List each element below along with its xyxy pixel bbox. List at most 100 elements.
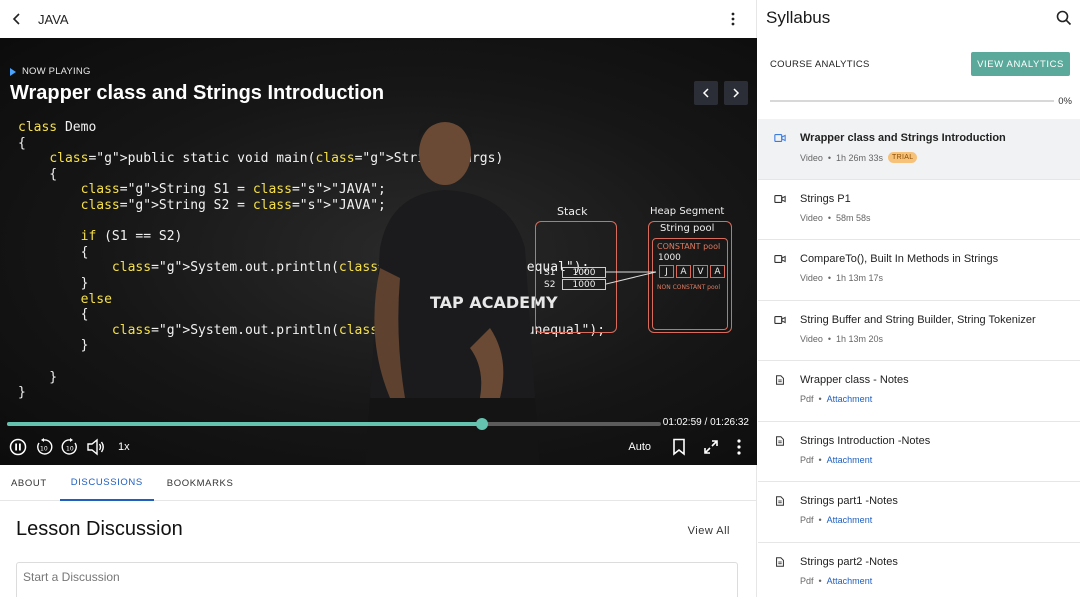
- syllabus-item[interactable]: Strings part2 -Notes Pdf • Attachment: [758, 543, 1080, 597]
- tab-bookmarks[interactable]: BOOKMARKS: [156, 465, 245, 501]
- constant-pool-label: CONSTANT pool: [657, 242, 721, 251]
- now-playing-label: NOW PLAYING: [22, 66, 91, 77]
- document-icon: [776, 556, 784, 567]
- syllabus-item-title: Strings part1 -Notes: [800, 495, 898, 507]
- syllabus-item[interactable]: CompareTo(), Built In Methods in Strings…: [758, 240, 1080, 301]
- char-cell: A: [676, 265, 691, 278]
- meta-separator: •: [818, 515, 822, 525]
- meta-separator: •: [818, 394, 822, 404]
- next-lesson-button[interactable]: [724, 81, 748, 105]
- player-more-button[interactable]: [729, 437, 749, 457]
- syllabus-item-meta: Pdf • Attachment: [800, 455, 872, 465]
- video-icon: [774, 315, 786, 324]
- syllabus-item[interactable]: Strings P1 Video • 58m 58s: [758, 180, 1080, 240]
- view-analytics-button[interactable]: VIEW ANALYTICS: [971, 52, 1070, 76]
- meta-separator: •: [827, 152, 832, 163]
- course-analytics: COURSE ANALYTICS VIEW ANALYTICS: [770, 52, 1070, 76]
- rewind-10-icon: 10: [37, 438, 53, 455]
- previous-lesson-button[interactable]: [694, 81, 718, 105]
- more-options-button[interactable]: [724, 10, 742, 28]
- course-progress-bar: [770, 100, 1054, 102]
- fullscreen-icon: [704, 440, 718, 454]
- video-player[interactable]: class Demo{ class="g">public static void…: [0, 38, 757, 465]
- video-title: Wrapper class and Strings Introduction: [10, 82, 385, 104]
- syllabus-item[interactable]: Strings part1 -Notes Pdf • Attachment: [758, 482, 1080, 543]
- syllabus-item-title: String Buffer and String Builder, String…: [800, 313, 1036, 326]
- back-button[interactable]: [10, 12, 24, 26]
- video-icon: [774, 194, 786, 203]
- current-time: 01:02:59: [662, 417, 702, 428]
- syllabus-item[interactable]: Wrapper class and Strings Introduction Vi…: [758, 119, 1080, 180]
- syllabus-item-meta: Video • 58m 58s: [800, 213, 871, 223]
- meta-separator: •: [818, 575, 822, 586]
- syllabus-item-type: Pdf: [800, 394, 814, 404]
- syllabus-item-duration: 58m 58s: [836, 212, 871, 223]
- syllabus-item-meta: Video • 1h 26m 33s TRIAL: [800, 152, 918, 163]
- syllabus-item-duration: 1h 26m 33s: [836, 152, 884, 163]
- course-title: JAVA: [38, 11, 69, 27]
- view-all-link[interactable]: View All: [688, 525, 730, 537]
- play-indicator-icon: [10, 67, 16, 76]
- video-icon: [774, 134, 786, 142]
- tab-about[interactable]: ABOUT: [0, 465, 58, 501]
- document-icon: [776, 435, 784, 446]
- syllabus-title: Syllabus: [766, 8, 831, 27]
- syllabus-item-meta: Video • 1h 13m 17s: [800, 273, 883, 283]
- syllabus-list: Wrapper class and Strings Introduction Vi…: [758, 119, 1080, 597]
- chevron-left-icon: [12, 13, 20, 25]
- syllabus-item[interactable]: Wrapper class - Notes Pdf • Attachment: [758, 361, 1080, 422]
- meta-separator: •: [827, 212, 832, 223]
- s2-ref-cell: 1000: [562, 279, 606, 290]
- chevron-left-icon: [702, 88, 709, 98]
- syllabus-item-type: Video: [800, 212, 823, 223]
- now-playing-indicator: NOW PLAYING: [10, 66, 91, 77]
- search-icon[interactable]: [1056, 10, 1072, 26]
- char-cell: J: [659, 265, 674, 278]
- syllabus-item-type: Pdf: [800, 575, 814, 586]
- syllabus-item-meta: Pdf • Attachment: [800, 394, 872, 404]
- forward-10-button[interactable]: 10: [60, 437, 80, 457]
- discussion-title: Lesson Discussion: [16, 518, 183, 540]
- attachment-link[interactable]: Attachment: [827, 394, 873, 404]
- syllabus-item-title: Wrapper class and Strings Introduction: [800, 132, 1006, 144]
- volume-button[interactable]: [86, 437, 106, 457]
- syllabus-item[interactable]: String Buffer and String Builder, String…: [758, 301, 1080, 361]
- forward-10-icon: 10: [61, 438, 77, 455]
- s2-label: S2: [544, 280, 556, 290]
- lesson-tabs: ABOUT DISCUSSIONS BOOKMARKS: [0, 465, 757, 501]
- svg-text:10: 10: [40, 446, 48, 453]
- discussion-input[interactable]: Start a Discussion: [16, 562, 738, 597]
- syllabus-item-type: Video: [800, 273, 823, 283]
- syllabus-item-meta: Video • 1h 13m 20s: [800, 334, 883, 344]
- video-icon: [774, 255, 786, 263]
- syllabus-item-type: Video: [800, 152, 823, 163]
- syllabus-item-title: Strings P1: [800, 192, 851, 205]
- s1-ref-cell: 1000: [562, 267, 606, 278]
- heap-label: Heap Segment: [650, 206, 725, 217]
- playback-speed-button[interactable]: 1x: [118, 441, 130, 453]
- tab-discussions[interactable]: DISCUSSIONS: [59, 465, 154, 501]
- bookmark-button[interactable]: [669, 437, 689, 457]
- pause-button[interactable]: [8, 437, 28, 457]
- seek-bar[interactable]: [7, 418, 661, 430]
- attachment-link[interactable]: Attachment: [827, 455, 873, 465]
- rewind-10-button[interactable]: 10: [34, 437, 54, 457]
- main-panel: JAVA class Demo{ class="g">public static…: [0, 0, 757, 597]
- syllabus-item-meta: Pdf • Attachment: [800, 515, 872, 525]
- attachment-link[interactable]: Attachment: [827, 515, 873, 525]
- syllabus-item-type: Pdf: [800, 454, 814, 465]
- top-bar: JAVA: [0, 0, 756, 38]
- course-progress-percent: 0%: [1058, 96, 1072, 107]
- pause-icon: [9, 438, 27, 456]
- document-icon: [776, 496, 784, 506]
- chevron-right-icon: [733, 88, 740, 98]
- syllabus-item-title: Wrapper class - Notes: [800, 374, 909, 386]
- syllabus-item[interactable]: Strings Introduction -Notes Pdf • Attachmen…: [758, 422, 1080, 482]
- svg-text:10: 10: [66, 446, 74, 453]
- player-controls: 10 10 1x Auto: [0, 429, 757, 465]
- s1-label: S1: [544, 268, 556, 278]
- attachment-link[interactable]: Attachment: [827, 576, 873, 586]
- quality-button[interactable]: Auto: [628, 441, 651, 453]
- fullscreen-button[interactable]: [701, 437, 721, 457]
- document-icon: [776, 375, 784, 385]
